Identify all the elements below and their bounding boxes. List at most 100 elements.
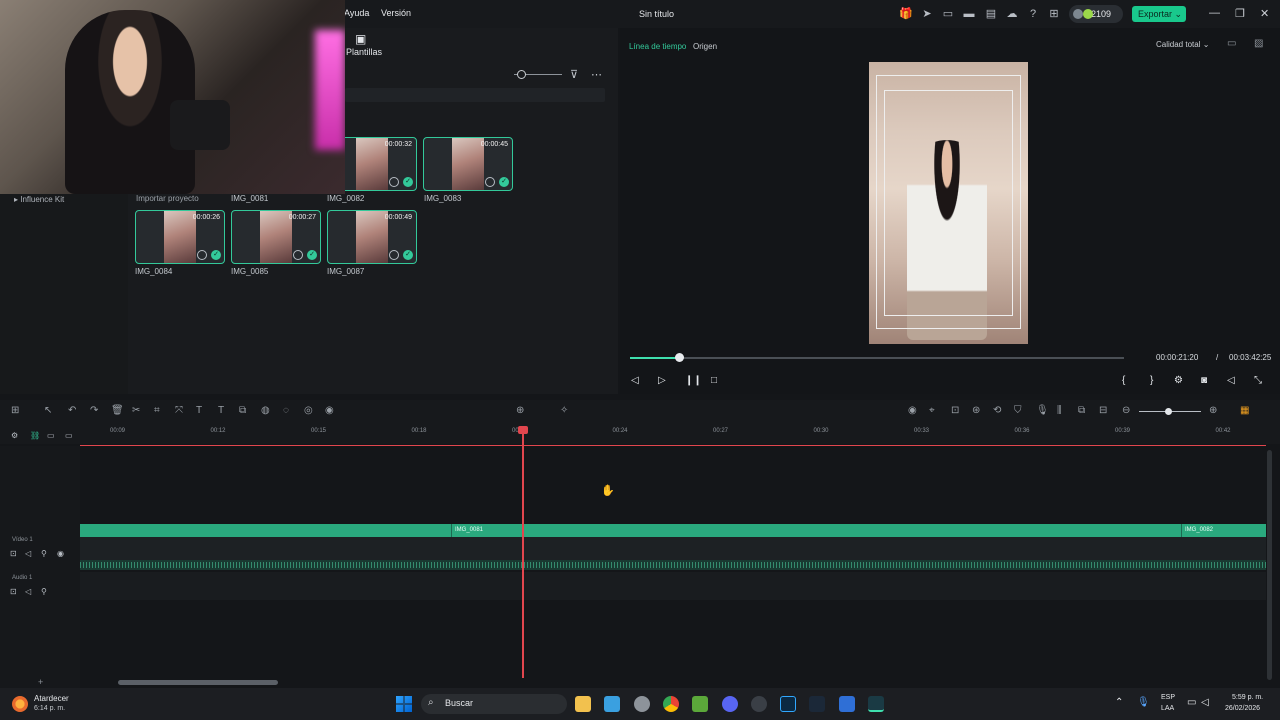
- select-icon[interactable]: ↖: [44, 405, 52, 416]
- minimize-button[interactable]: —: [1209, 7, 1220, 19]
- quality-dropdown[interactable]: Calidad total ⌄: [1156, 40, 1209, 49]
- mark-out-icon[interactable]: }: [1150, 375, 1153, 386]
- audio-track-row[interactable]: [80, 572, 1266, 600]
- volume-icon[interactable]: ◁: [1227, 375, 1235, 386]
- scope-icon[interactable]: ▨: [1254, 38, 1263, 49]
- media-thumb-img0085[interactable]: 00:00:27 ✓: [231, 210, 321, 264]
- transform-icon[interactable]: ⤧: [175, 405, 183, 416]
- settings-app-icon[interactable]: [634, 696, 650, 712]
- add-track-icon[interactable]: +: [38, 677, 43, 687]
- video-clip-body[interactable]: [80, 537, 1266, 560]
- send-icon[interactable]: ➤: [920, 7, 934, 21]
- discord-icon[interactable]: [722, 696, 738, 712]
- horizontal-scrollbar[interactable]: [118, 680, 278, 685]
- prev-frame-icon[interactable]: ◁: [631, 375, 639, 386]
- network-icon[interactable]: ▭: [1187, 697, 1196, 708]
- mixer-icon[interactable]: ⫼: [1057, 405, 1062, 416]
- thumb-size-slider-handle[interactable]: [517, 70, 526, 79]
- mic-tray-icon[interactable]: 🎙: [1137, 697, 1150, 708]
- playhead[interactable]: [522, 426, 524, 678]
- sync-icon[interactable]: ⟲: [993, 405, 1001, 416]
- multicam-icon[interactable]: ⧉: [1078, 405, 1085, 416]
- ai-assist-icon[interactable]: ◉: [908, 405, 917, 416]
- color-icon[interactable]: ◌: [283, 405, 289, 416]
- photos-icon[interactable]: [604, 696, 620, 712]
- track-settings-icon[interactable]: ⚙: [11, 431, 18, 440]
- track-add-icon[interactable]: ▭: [65, 431, 73, 440]
- weather-title[interactable]: Atardecer: [34, 694, 69, 703]
- pause-icon[interactable]: ❙❙: [685, 375, 702, 386]
- menu-help[interactable]: Ayuda: [344, 8, 369, 18]
- export-button[interactable]: Exportar ⌄: [1132, 6, 1186, 22]
- media-thumb-img0084[interactable]: 00:00:26 ✓: [135, 210, 225, 264]
- audio-icon[interactable]: ◎: [304, 405, 313, 416]
- close-button[interactable]: ✕: [1260, 7, 1269, 20]
- media-search-bar[interactable]: [345, 88, 605, 102]
- layout-icon[interactable]: ⊞: [11, 405, 19, 416]
- more-icon[interactable]: ⋯: [591, 68, 602, 81]
- snap-icon[interactable]: ⌖: [929, 405, 935, 416]
- chrome-icon[interactable]: [663, 696, 679, 712]
- link-icon[interactable]: ⚲: [41, 587, 47, 596]
- ai-edit-icon[interactable]: ⧉: [239, 405, 246, 416]
- tray-chevron-icon[interactable]: ⌃: [1115, 697, 1123, 708]
- eye-icon[interactable]: ◉: [57, 549, 64, 558]
- mark-in-icon[interactable]: {: [1122, 375, 1125, 386]
- link-icon[interactable]: ⛓: [30, 431, 40, 440]
- ai-text-icon[interactable]: T: [218, 405, 224, 416]
- link-icon[interactable]: ⚲: [41, 549, 47, 558]
- monitor-icon[interactable]: ▬: [962, 7, 976, 21]
- minecraft-icon[interactable]: [692, 696, 708, 712]
- fit-icon[interactable]: ⊟: [1099, 405, 1107, 416]
- weather-icon[interactable]: [12, 696, 28, 712]
- sidebar-item-influence-kit[interactable]: ▸ Influence Kit: [14, 195, 64, 204]
- vertical-scrollbar[interactable]: [1267, 450, 1272, 680]
- compare-icon[interactable]: ▭: [1227, 38, 1236, 49]
- maximize-button[interactable]: ❐: [1235, 7, 1245, 20]
- split-icon[interactable]: ✂: [132, 405, 140, 416]
- taskbar-search[interactable]: [421, 694, 567, 714]
- add-clip-icon[interactable]: ⊕: [516, 405, 524, 416]
- mic-icon[interactable]: 🎙: [1036, 405, 1049, 416]
- menu-version[interactable]: Versión: [381, 8, 411, 18]
- shield-icon[interactable]: ⛉: [1014, 405, 1022, 416]
- credits-badge[interactable]: 2109: [1069, 5, 1123, 23]
- fullscreen-icon[interactable]: ⤡: [1254, 375, 1262, 386]
- redo-icon[interactable]: ↷: [90, 405, 98, 416]
- undo-icon[interactable]: ↶: [68, 405, 76, 416]
- zoom-slider-handle[interactable]: [1165, 408, 1172, 415]
- timeline-ruler[interactable]: [0, 422, 1280, 444]
- marker-icon[interactable]: ⊡: [951, 405, 959, 416]
- gift-icon[interactable]: 🎁: [899, 7, 913, 21]
- tab-templates[interactable]: Plantillas: [346, 47, 382, 57]
- track-layout-icon[interactable]: ▭: [47, 431, 55, 440]
- filmora-icon[interactable]: [868, 696, 884, 712]
- video-clip[interactable]: [80, 524, 1266, 537]
- mute-icon[interactable]: ◁: [25, 549, 31, 558]
- mask-icon[interactable]: ◉: [325, 405, 334, 416]
- templates-icon[interactable]: ▣: [355, 32, 366, 46]
- save-icon[interactable]: ▤: [984, 7, 998, 21]
- language-indicator[interactable]: ESP: [1161, 694, 1175, 701]
- effects-icon[interactable]: ⊛: [972, 405, 980, 416]
- tab-timeline[interactable]: Línea de tiempo: [629, 42, 686, 51]
- apps-icon[interactable]: ⊞: [1047, 7, 1061, 21]
- play-icon[interactable]: ▷: [658, 375, 666, 386]
- lock-icon[interactable]: ⊡: [10, 587, 17, 596]
- lock-icon[interactable]: ⊡: [10, 549, 17, 558]
- help-icon[interactable]: ?: [1026, 7, 1040, 21]
- chat-icon[interactable]: ▭: [941, 7, 955, 21]
- file-explorer-icon[interactable]: [575, 696, 591, 712]
- app-icon[interactable]: [839, 696, 855, 712]
- clock-time[interactable]: 5:59 p. m.: [1232, 694, 1263, 701]
- grid-icon[interactable]: ▦: [1240, 405, 1249, 416]
- magic-icon[interactable]: ✧: [560, 405, 568, 416]
- snapshot-icon[interactable]: ◙: [1201, 375, 1207, 386]
- mute-icon[interactable]: ◁: [25, 587, 31, 596]
- stop-icon[interactable]: □: [711, 375, 717, 386]
- zoom-in-icon[interactable]: ⊕: [1209, 405, 1217, 416]
- media-thumb-img0087[interactable]: 00:00:49 ✓: [327, 210, 417, 264]
- preview-scrubber[interactable]: [630, 357, 1124, 359]
- crop-icon[interactable]: ⌗: [154, 405, 160, 416]
- tab-origin[interactable]: Origen: [693, 42, 717, 51]
